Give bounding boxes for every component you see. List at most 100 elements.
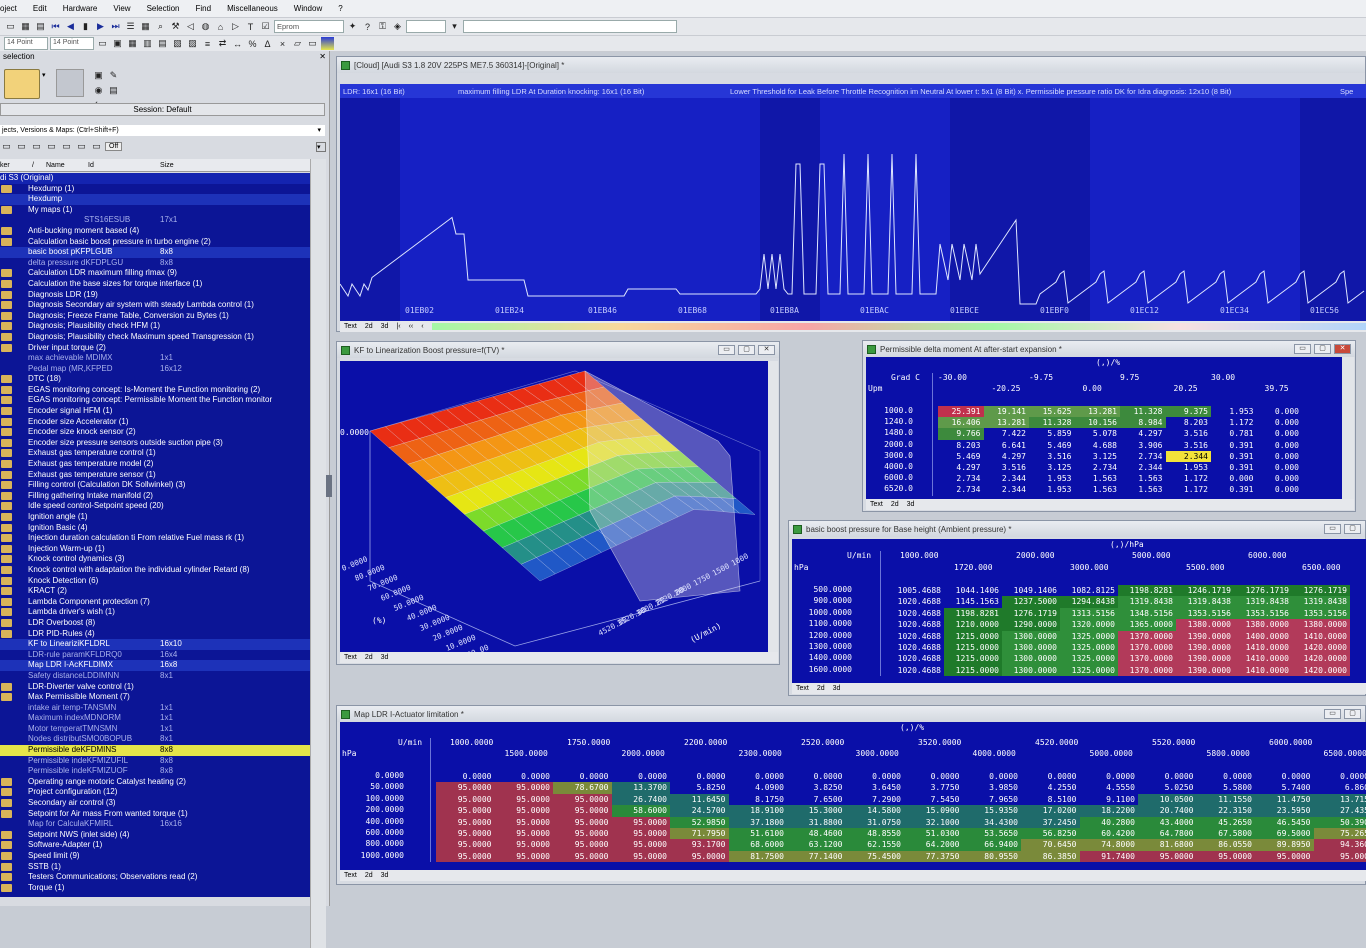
table-cell[interactable]: 45.2650: [1197, 817, 1256, 828]
table-cell[interactable]: 13.281: [984, 417, 1030, 428]
column-header[interactable]: 6000.0000: [1269, 738, 1312, 747]
tree-scrollbar[interactable]: [310, 159, 326, 948]
tree-item[interactable]: STS16ESUB17x1: [0, 215, 310, 226]
table-cell[interactable]: 1348.5156: [1118, 608, 1176, 619]
tree-item[interactable]: Diagnosis Secondary air system with stea…: [0, 300, 310, 311]
table-cell[interactable]: 89.8950: [1255, 839, 1314, 850]
chart-icon[interactable]: ▱: [291, 37, 304, 50]
globe-icon[interactable]: ◍: [199, 20, 212, 33]
tree-item[interactable]: Pedal map (MR,KFPED16x12: [0, 364, 310, 375]
menu-item[interactable]: Edit: [33, 4, 47, 13]
filter-icon-1[interactable]: ▭: [0, 140, 13, 153]
table-cell[interactable]: 94.360: [1314, 839, 1366, 850]
tree-item[interactable]: Injection duration calculation ti From r…: [0, 533, 310, 544]
font-size-select-1[interactable]: 14 Point: [4, 37, 48, 50]
table-cell[interactable]: 1319.8438: [1234, 596, 1292, 607]
table-cell[interactable]: 1215.0000: [944, 665, 1002, 676]
table-cell[interactable]: 95.0000: [612, 828, 671, 839]
table-cell[interactable]: 8.203: [1166, 417, 1212, 428]
table-cell[interactable]: 5.469: [938, 451, 984, 462]
table-cell[interactable]: 0.0000: [1255, 771, 1314, 782]
table-cell[interactable]: 0.0000: [963, 771, 1022, 782]
table-cell[interactable]: 51.0300: [904, 828, 963, 839]
table-cell[interactable]: 4.688: [1075, 440, 1121, 451]
table-cell[interactable]: 66.9400: [963, 839, 1022, 850]
column-header[interactable]: 39.75: [1265, 384, 1289, 393]
table-cell[interactable]: 0.0000: [436, 771, 495, 782]
tree-item[interactable]: Diagnosis; Plausibility check Maximum sp…: [0, 332, 310, 343]
add-map-icon[interactable]: ▣: [92, 69, 105, 82]
table-cell[interactable]: 81.6800: [1138, 839, 1197, 850]
row-header[interactable]: 1100.0000: [792, 619, 852, 628]
table-cell[interactable]: 1390.0000: [1176, 653, 1234, 664]
table-cell[interactable]: 91.7400: [1080, 851, 1139, 862]
table-cell[interactable]: 95.0000: [495, 839, 554, 850]
tree-item[interactable]: Encoder size knock sensor (2): [0, 427, 310, 438]
table-cell[interactable]: 8.1750: [729, 794, 788, 805]
table-cell[interactable]: 0.0000: [1021, 771, 1080, 782]
table-cell[interactable]: 17.0200: [1021, 805, 1080, 816]
table-cell[interactable]: 6.641: [984, 440, 1030, 451]
table-cell[interactable]: 0.000: [1257, 417, 1303, 428]
row-header[interactable]: 600.0000: [342, 828, 404, 837]
tree-item[interactable]: Motor temperatTMNSMN1x1: [0, 724, 310, 735]
table-cell[interactable]: 14.5800: [846, 805, 905, 816]
table-cell[interactable]: 0.000: [1257, 451, 1303, 462]
tree-item[interactable]: Max Permissible Moment (7): [0, 692, 310, 703]
color-icon[interactable]: [321, 37, 334, 50]
table-cell[interactable]: 0.0000: [787, 771, 846, 782]
table-cell[interactable]: 1.953: [1166, 462, 1212, 473]
table-cell[interactable]: 11.1550: [1197, 794, 1256, 805]
table-cell[interactable]: 1082.8125: [1060, 585, 1118, 596]
nav-back-icon[interactable]: ‹: [421, 323, 423, 330]
column-header[interactable]: 2000.000: [1016, 551, 1055, 560]
menu-item[interactable]: View: [113, 4, 130, 13]
table-cell[interactable]: 67.5800: [1197, 828, 1256, 839]
dropdown-icon[interactable]: ▾: [448, 20, 461, 33]
table-cell[interactable]: 1300.0000: [1002, 653, 1060, 664]
column-header[interactable]: 2000.0000: [622, 749, 665, 758]
table-cell[interactable]: 5.469: [1029, 440, 1075, 451]
table-cell[interactable]: 95.0000: [1255, 851, 1314, 862]
column-header[interactable]: 4520.0000: [1035, 738, 1078, 747]
table-cell[interactable]: 95.0000: [436, 782, 495, 793]
table-cell[interactable]: 7.2900: [846, 794, 905, 805]
table-cell[interactable]: 3.516: [984, 462, 1030, 473]
filter-icon-2[interactable]: ▭: [15, 140, 28, 153]
tree-item[interactable]: SSTB (1): [0, 862, 310, 873]
table-cell[interactable]: 1410.0000: [1234, 665, 1292, 676]
row-header[interactable]: 6520.0: [868, 484, 913, 493]
table-cell[interactable]: 6.860: [1314, 782, 1366, 793]
table-cell[interactable]: 1.953: [1211, 406, 1257, 417]
table-cell[interactable]: 3.9850: [963, 782, 1022, 793]
table-cell[interactable]: 0.0000: [495, 771, 554, 782]
tree-item[interactable]: Exhaust gas temperature sensor (1): [0, 470, 310, 481]
table-cell[interactable]: 1.953: [1029, 484, 1075, 495]
table-cell[interactable]: 1380.0000: [1234, 619, 1292, 630]
tree-item[interactable]: Diagnosis LDR (19): [0, 290, 310, 301]
column-header[interactable]: 6000.000: [1248, 551, 1287, 560]
maximize-button[interactable]: ▢: [738, 345, 755, 355]
table-cell[interactable]: 1420.0000: [1292, 653, 1350, 664]
hex-overview-strip[interactable]: [432, 323, 1366, 330]
text-icon[interactable]: T: [244, 20, 257, 33]
tab-2d[interactable]: 2d: [365, 323, 373, 330]
column-header[interactable]: 1750.0000: [567, 738, 610, 747]
tree-item[interactable]: Permissible indeKFMIZUFIL8x8: [0, 756, 310, 767]
table-cell[interactable]: 1.563: [1075, 473, 1121, 484]
back-icon[interactable]: ◁: [184, 20, 197, 33]
table-cell[interactable]: 20.7400: [1138, 805, 1197, 816]
next-icon[interactable]: ▶: [94, 20, 107, 33]
table-cell[interactable]: 1005.4688: [886, 585, 944, 596]
table-cell[interactable]: 37.1800: [729, 817, 788, 828]
tree-item[interactable]: Idle speed control-Setpoint speed (20): [0, 501, 310, 512]
projects-filter[interactable]: jects, Versions & Maps: (Ctrl+Shift+F) ▾: [0, 125, 325, 136]
eprom-select[interactable]: Eprom: [274, 20, 344, 33]
scale-icon[interactable]: ▭: [306, 37, 319, 50]
table-cell[interactable]: 95.0000: [553, 839, 612, 850]
table-cell[interactable]: 1215.0000: [944, 642, 1002, 653]
copy-icon[interactable]: ▤: [107, 84, 120, 97]
table-cell[interactable]: 0.391: [1211, 451, 1257, 462]
table-cell[interactable]: 1020.4688: [886, 619, 944, 630]
table-cell[interactable]: 1353.5156: [1176, 608, 1234, 619]
